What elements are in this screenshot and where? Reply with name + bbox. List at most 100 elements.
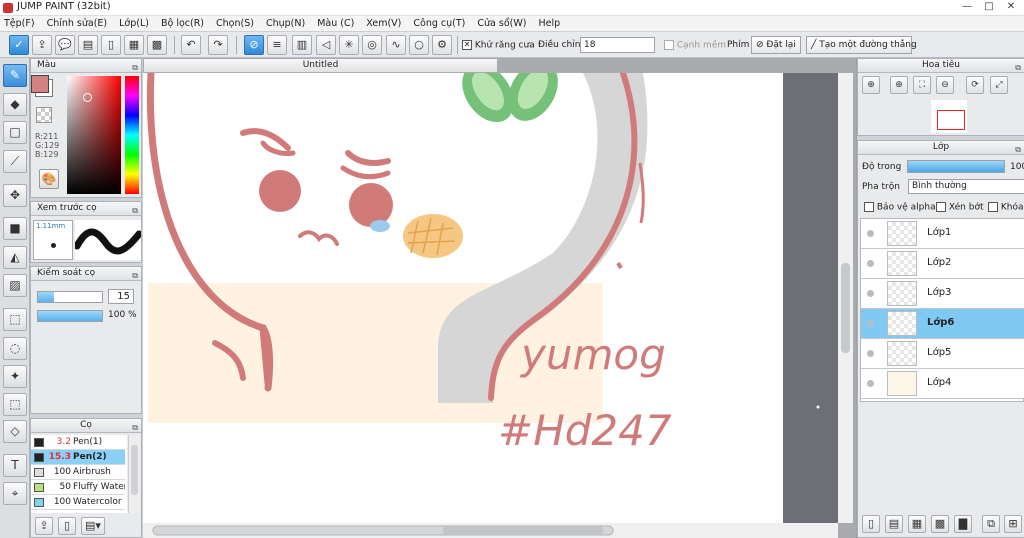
text-tool-icon[interactable]: T [3, 454, 27, 477]
new-brush-icon[interactable]: ▯ [58, 517, 76, 535]
hue-slider[interactable] [125, 76, 139, 194]
layer-row-selected[interactable]: Lớp6 [861, 309, 1024, 339]
soft-edge-toggle[interactable]: Cạnh mềm [664, 40, 726, 51]
foreground-color-swatch[interactable] [31, 75, 49, 93]
layer-row[interactable]: Lớp3 [861, 279, 1024, 309]
brush-size-input[interactable]: 15 [108, 289, 134, 304]
soft-edge-checkbox[interactable] [664, 40, 674, 50]
panel-popout-icon[interactable]: ⧉ [132, 421, 138, 434]
rotate-icon[interactable]: ⟳ [966, 76, 984, 94]
fill-rect-tool-icon[interactable]: ■ [3, 217, 27, 240]
reset-button[interactable]: ⊘ Đặt lại [751, 36, 801, 54]
curve-ruler-icon[interactable]: ∿ [386, 35, 406, 55]
antialias-toggle[interactable]: ✕ Khử răng cưa [462, 40, 535, 51]
new-vector-layer-icon[interactable]: ▤ [885, 515, 903, 533]
panel-popout-icon[interactable]: ⧉ [132, 61, 138, 74]
select-pen-tool-icon[interactable]: ⬚ [3, 393, 27, 416]
brush-tool-icon[interactable]: ✎ [3, 64, 27, 87]
new-folder-icon[interactable]: ▇ [954, 515, 972, 533]
perspective-ruler-icon[interactable]: ◁ [316, 35, 336, 55]
sheet-icon[interactable]: ▦ [124, 35, 144, 55]
panel-popout-icon[interactable]: ⧉ [132, 204, 138, 217]
panel-popout-icon[interactable]: ⧉ [1015, 61, 1021, 74]
minimize-button[interactable]: — [958, 0, 976, 14]
brush-item[interactable]: 100 Watercolor ( [31, 495, 125, 510]
adjust-input[interactable]: 18 [580, 37, 655, 53]
fit-window-icon[interactable]: ⛶ [913, 76, 931, 94]
color-picker-cursor[interactable] [83, 93, 92, 102]
layer-visibility-icon[interactable] [867, 350, 874, 357]
layer-visibility-icon[interactable] [867, 380, 874, 387]
saturation-value-picker[interactable] [67, 76, 121, 194]
redo-icon[interactable]: ↷ [208, 35, 228, 55]
layer-row[interactable]: Lớp5 [861, 339, 1024, 369]
layer-opacity-slider[interactable] [907, 160, 1005, 173]
maximize-button[interactable]: □ [980, 0, 998, 14]
settings-gear-icon[interactable]: ⚙ [432, 35, 452, 55]
close-button[interactable]: ✕ [1002, 0, 1020, 14]
navigator-thumbnail[interactable] [931, 100, 967, 133]
ruler-off-icon[interactable]: ⊘ [244, 35, 264, 55]
blend-mode-select[interactable]: Bình thường [908, 179, 1024, 194]
menu-color[interactable]: Màu (C) [317, 18, 354, 29]
layer-visibility-icon[interactable] [867, 320, 874, 327]
layer-visibility-icon[interactable] [867, 230, 874, 237]
brush-mode-icon[interactable]: ✓ [9, 35, 29, 55]
reset-view-icon[interactable]: ⤢ [990, 76, 1008, 94]
eraser-tool-icon[interactable]: ◆ [3, 93, 27, 116]
menu-tools[interactable]: Công cụ(T) [413, 18, 465, 29]
menu-view[interactable]: Xem(V) [366, 18, 401, 29]
zoom-in-icon[interactable]: ⊕ [890, 76, 908, 94]
page-icon[interactable]: ▯ [101, 35, 121, 55]
panel-popout-icon[interactable]: ⧉ [1015, 143, 1021, 156]
gradient-tool-icon[interactable]: ▨ [3, 274, 27, 297]
brush-item[interactable]: 100 Airbrush [31, 465, 125, 480]
undo-icon[interactable]: ↶ [181, 35, 201, 55]
concentric-ruler-icon[interactable]: ◎ [362, 35, 382, 55]
protect-alpha-toggle[interactable]: Bảo vệ alpha [864, 202, 936, 213]
new-layer-icon[interactable]: ▯ [862, 515, 880, 533]
layer-visibility-icon[interactable] [867, 260, 874, 267]
rect-select-tool-icon[interactable]: ⬚ [3, 308, 27, 331]
lock-checkbox[interactable] [988, 202, 998, 212]
brush-list-scrollbar[interactable] [128, 435, 140, 513]
eyedropper-tool-icon[interactable]: ⌖ [3, 482, 27, 505]
merge-layer-icon[interactable]: ⊞ [1004, 515, 1022, 533]
palette-icon[interactable]: 🎨 [39, 169, 59, 189]
layer-row[interactable]: Lớp2 [861, 249, 1024, 279]
layer-row[interactable]: Lớp1 [861, 219, 1024, 249]
panel-popout-icon[interactable]: ⧉ [132, 269, 138, 282]
menu-help[interactable]: Help [538, 18, 560, 29]
transparent-color-swatch[interactable] [36, 107, 52, 123]
layer-row[interactable]: Lớp4 [861, 369, 1024, 399]
zoom-fit-icon[interactable]: ⊕ [862, 76, 880, 94]
brush-menu-icon[interactable]: ▤▾ [81, 517, 105, 535]
menu-file[interactable]: Tệp(F) [4, 18, 35, 29]
message-icon[interactable]: ▤ [78, 35, 98, 55]
brush-item-selected[interactable]: 15.3 Pen(2) [31, 450, 125, 465]
brush-opacity-slider[interactable] [37, 310, 103, 322]
rectangle-tool-icon[interactable]: □ [3, 121, 27, 144]
select-eraser-tool-icon[interactable]: ◇ [3, 420, 27, 443]
clipping-checkbox[interactable] [936, 202, 946, 212]
brush-size-slider[interactable] [37, 291, 103, 303]
antialias-checkbox[interactable]: ✕ [462, 40, 472, 50]
brush-list-scroll-thumb[interactable] [131, 445, 138, 495]
tone-layer-icon[interactable]: ▩ [931, 515, 949, 533]
line-tool-icon[interactable]: ⟋ [3, 150, 27, 173]
layer-visibility-icon[interactable] [867, 290, 874, 297]
add-brush-icon[interactable]: ⇪ [35, 517, 53, 535]
canvas-tab[interactable]: Untitled [143, 58, 498, 73]
brush-item[interactable]: 3.2 Pen(1) [31, 435, 125, 450]
lasso-tool-icon[interactable]: ◌ [3, 337, 27, 360]
menu-capture[interactable]: Chụp(N) [266, 18, 305, 29]
protect-alpha-checkbox[interactable] [864, 202, 874, 212]
drawing-canvas[interactable]: yumog #Hd247 [143, 73, 856, 538]
canvas-area[interactable]: yumog #Hd247 [143, 58, 856, 538]
grid-icon[interactable]: ▩ [147, 35, 167, 55]
grid-ruler-icon[interactable]: ▥ [292, 35, 312, 55]
comment-icon[interactable]: 💬 [55, 35, 75, 55]
lock-toggle[interactable]: Khóa [988, 202, 1024, 213]
clipping-toggle[interactable]: Xén bớt [936, 202, 984, 213]
menu-edit[interactable]: Chỉnh sửa(E) [47, 18, 108, 29]
